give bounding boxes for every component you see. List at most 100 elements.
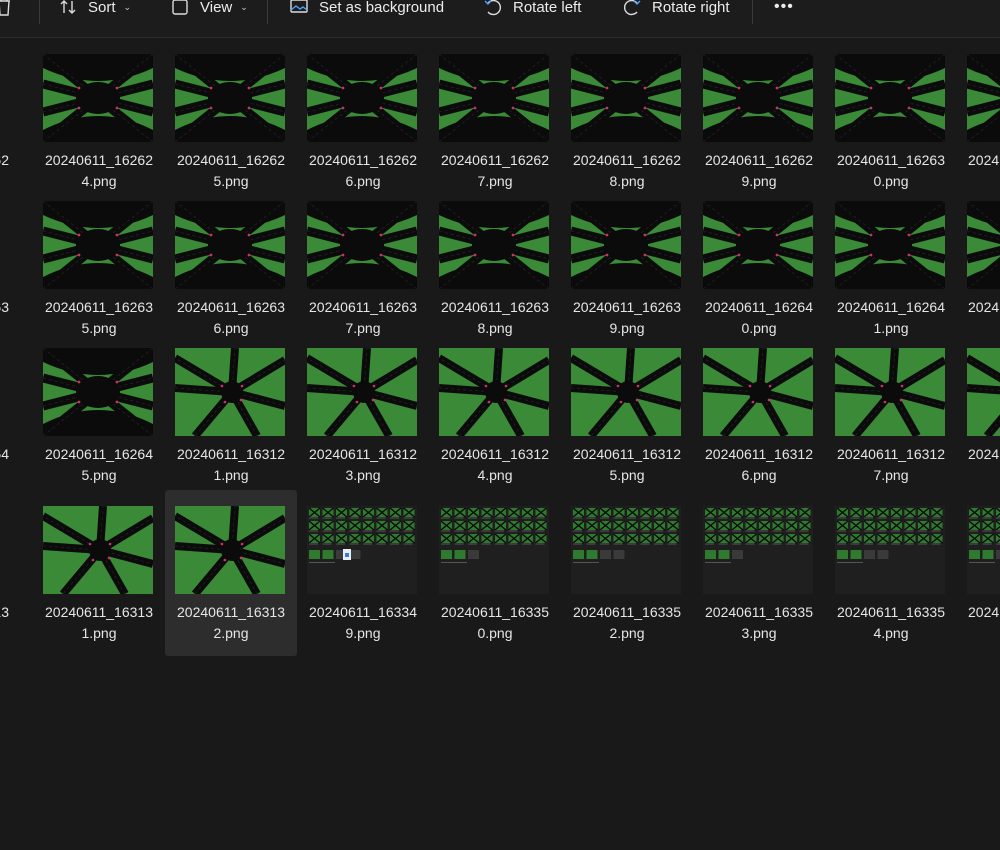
file-item[interactable]: 20240611_16262 6.png (297, 38, 429, 204)
thumbnail-image (439, 348, 549, 436)
file-item[interactable]: 2024 (957, 38, 1000, 204)
delete-button[interactable] (0, 0, 24, 19)
file-name: 20240611_16312 7.png (825, 444, 957, 486)
file-name: 20240611_16334 9.png (297, 602, 429, 644)
file-name-line2: 3.png (345, 467, 381, 483)
file-item[interactable]: 20240611_16312 4.png (429, 332, 561, 498)
file-item[interactable]: 20240611_16262 4.png (33, 38, 165, 204)
file-name: 20240611_16312 4.png (429, 444, 561, 486)
file-item[interactable]: 20240611_16264 5.png (33, 332, 165, 498)
file-thumbnail (967, 54, 1000, 142)
file-item[interactable]: 20240611_16262 7.png (429, 38, 561, 204)
file-item[interactable]: 20240611_16264 1.png (825, 185, 957, 351)
file-item[interactable]: 263 (0, 185, 9, 351)
file-thumbnail (175, 506, 285, 594)
file-item[interactable]: 20240611_16313 1.png (33, 490, 165, 656)
file-item-selected[interactable]: 20240611_16313 2.png (165, 490, 297, 656)
more-icon: ••• (774, 0, 794, 15)
thumbnail-image (703, 54, 813, 142)
file-thumbnail (175, 348, 285, 436)
file-item[interactable]: 262 (0, 38, 9, 204)
file-item[interactable]: 20240611_16335 3.png (693, 490, 825, 656)
file-item[interactable]: 20240611_16312 1.png (165, 332, 297, 498)
file-name-line2: 1.png (213, 467, 249, 483)
file-name-line1: 20240611_16264 (837, 299, 945, 315)
file-item[interactable]: 2024 (957, 490, 1000, 656)
file-thumbnail (835, 348, 945, 436)
thumbnail-image (175, 506, 285, 594)
file-thumbnail (703, 506, 813, 594)
file-name-line1: 20240611_16262 (309, 152, 417, 168)
file-item[interactable]: 20240611_16263 0.png (825, 38, 957, 204)
more-options-button[interactable]: ••• (774, 0, 794, 19)
file-item[interactable]: 20240611_16264 0.png (693, 185, 825, 351)
file-name-line2: 5.png (81, 467, 117, 483)
file-name-line1: 20240611_16263 (573, 299, 681, 315)
file-item[interactable]: 20240611_16263 7.png (297, 185, 429, 351)
set-as-background-button[interactable]: Set as background (289, 0, 444, 19)
file-item[interactable]: 2024 (957, 185, 1000, 351)
thumbnail-image (967, 348, 1000, 436)
file-name-line1: 20240611_16263 (177, 299, 285, 315)
file-name-line1: 2024 (968, 604, 1000, 620)
file-name-line2: 0.png (477, 625, 513, 641)
thumbnail-image (439, 54, 549, 142)
file-item[interactable]: 20240611_16262 8.png (561, 38, 693, 204)
file-item[interactable]: 20240611_16262 9.png (693, 38, 825, 204)
file-name: 263 (0, 297, 9, 318)
file-name-line2: 7.png (873, 467, 909, 483)
file-name-line1: 20240611_16312 (309, 446, 417, 462)
view-button[interactable]: View ⌄ (170, 0, 248, 19)
chevron-down-icon: ⌄ (123, 1, 132, 12)
rotate-right-button[interactable]: Rotate right (622, 0, 730, 19)
file-name: 20240611_16312 1.png (165, 444, 297, 486)
command-bar: Sort ⌄ View ⌄ Set as background Rotate l… (0, 0, 1000, 38)
file-thumbnail (835, 506, 945, 594)
file-name: 20240611_16312 6.png (693, 444, 825, 486)
file-item[interactable]: 20240611_16312 7.png (825, 332, 957, 498)
sort-button[interactable]: Sort ⌄ (58, 0, 131, 19)
toolbar-divider (752, 0, 753, 24)
thumbnail-image (307, 348, 417, 436)
file-item[interactable]: 20240611_16312 6.png (693, 332, 825, 498)
sort-label: Sort (88, 0, 116, 16)
file-item[interactable]: 20240611_16334 9.png (297, 490, 429, 656)
file-name: 20240611_16335 2.png (561, 602, 693, 644)
file-item[interactable]: 20240611_16335 2.png (561, 490, 693, 656)
file-thumbnail (43, 201, 153, 289)
file-name-line1: 20240611_16262 (573, 152, 681, 168)
file-name-line1: 2024 (968, 152, 1000, 168)
file-item[interactable]: 20240611_16263 6.png (165, 185, 297, 351)
file-name-line2: 2.png (609, 625, 645, 641)
rotate-left-icon (483, 0, 503, 17)
file-item[interactable]: 20240611_16263 8.png (429, 185, 561, 351)
file-name: 20240611_16335 0.png (429, 602, 561, 644)
file-item[interactable]: 20240611_16335 0.png (429, 490, 561, 656)
file-item[interactable]: 264 (0, 332, 9, 498)
file-name-line1: 20240611_16335 (573, 604, 681, 620)
thumbnail-image (703, 348, 813, 436)
file-thumbnail (571, 506, 681, 594)
file-item[interactable]: 313 (0, 490, 9, 656)
file-thumbnail (571, 201, 681, 289)
file-name-line2: 9.png (345, 625, 381, 641)
file-thumbnail (703, 201, 813, 289)
file-name: 20240611_16312 3.png (297, 444, 429, 486)
rotate-left-button[interactable]: Rotate left (483, 0, 581, 19)
file-thumbnail (439, 348, 549, 436)
file-name: 20240611_16313 2.png (165, 602, 297, 644)
file-item[interactable]: 20240611_16312 5.png (561, 332, 693, 498)
file-thumbnail (43, 506, 153, 594)
file-item[interactable]: 20240611_16263 5.png (33, 185, 165, 351)
file-item[interactable]: 2024 (957, 332, 1000, 498)
file-item[interactable]: 20240611_16263 9.png (561, 185, 693, 351)
thumbnail-image (307, 54, 417, 142)
file-name-line1: 20240611_16312 (441, 446, 549, 462)
file-thumbnail (571, 54, 681, 142)
file-name-line1: 20240611_16262 (441, 152, 549, 168)
file-item[interactable]: 20240611_16335 4.png (825, 490, 957, 656)
file-name-line1: 262 (0, 152, 9, 168)
file-item[interactable]: 20240611_16262 5.png (165, 38, 297, 204)
thumbnail-image (175, 201, 285, 289)
file-item[interactable]: 20240611_16312 3.png (297, 332, 429, 498)
